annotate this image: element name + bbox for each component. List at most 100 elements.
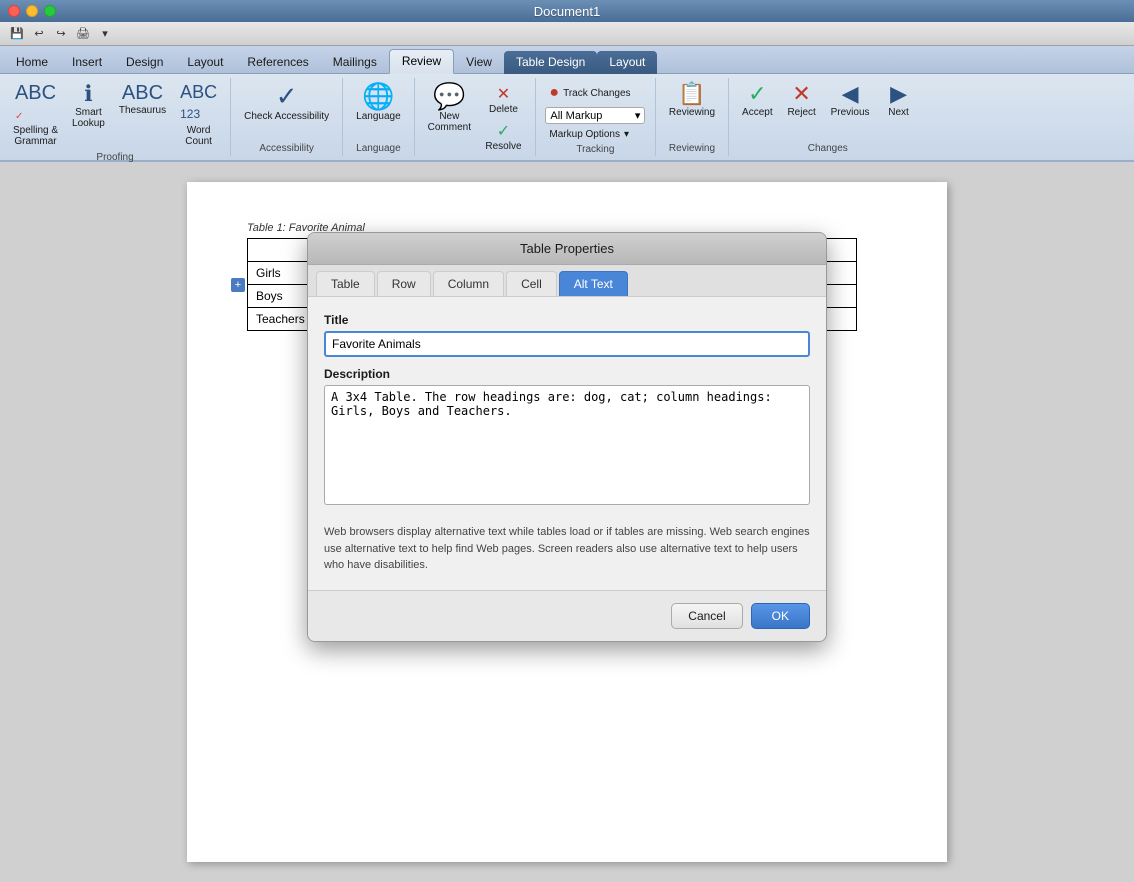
- spelling-grammar-button[interactable]: ABC✓ Spelling &Grammar: [8, 80, 63, 150]
- dialog-body: Title Description A 3x4 Table. The row h…: [308, 297, 826, 590]
- word-count-label: WordCount: [185, 125, 212, 147]
- reject-icon: ✕: [792, 83, 810, 105]
- accept-label: Accept: [742, 107, 773, 118]
- close-button[interactable]: [8, 5, 20, 17]
- tab-table-design[interactable]: Table Design: [504, 51, 597, 74]
- track-changes-icon: ●: [549, 84, 559, 102]
- table-properties-dialog: Table Properties Table Row Column Cell A…: [307, 232, 827, 642]
- ribbon: ABC✓ Spelling &Grammar ℹ SmartLookup ABC…: [0, 74, 1134, 162]
- ribbon-group-accessibility: ✓ Check Accessibility Accessibility: [231, 78, 343, 156]
- dialog-tab-row[interactable]: Row: [377, 271, 431, 296]
- smart-lookup-icon: ℹ: [84, 83, 92, 105]
- reviewing-group-label: Reviewing: [669, 143, 715, 154]
- language-group-label: Language: [356, 143, 401, 154]
- toolbar-print-icon[interactable]: 🖨: [74, 25, 92, 43]
- markup-options-button[interactable]: Markup Options ▾: [545, 127, 645, 142]
- new-comment-label: NewComment: [428, 111, 471, 133]
- language-label: Language: [356, 111, 401, 122]
- ok-button[interactable]: OK: [751, 603, 810, 629]
- markup-options-arrow: ▾: [624, 129, 629, 140]
- dialog-hint-text: Web browsers display alternative text wh…: [324, 524, 810, 574]
- ribbon-group-tracking: ● Track Changes All Markup ▾ Markup Opti…: [536, 78, 656, 156]
- dialog-overlay: Table Properties Table Row Column Cell A…: [187, 182, 947, 862]
- resolve-label: Resolve: [485, 141, 521, 152]
- next-change-icon: ▶: [890, 83, 907, 105]
- toolbar-save-icon[interactable]: 💾: [8, 25, 26, 43]
- traffic-lights: [8, 5, 56, 17]
- markup-dropdown-value: All Markup: [550, 110, 602, 122]
- dialog-footer: Cancel OK: [308, 590, 826, 641]
- accept-button[interactable]: ✓ Accept: [737, 80, 778, 121]
- new-comment-icon: 💬: [433, 83, 465, 109]
- description-textarea[interactable]: A 3x4 Table. The row headings are: dog, …: [324, 385, 810, 505]
- tab-home[interactable]: Home: [4, 51, 60, 74]
- dialog-tab-table[interactable]: Table: [316, 271, 375, 296]
- markup-dropdown[interactable]: All Markup ▾: [545, 107, 645, 124]
- reviewing-label: Reviewing: [669, 107, 715, 118]
- toolbar-undo-icon[interactable]: ↩: [30, 25, 48, 43]
- reviewing-buttons: 📋 Reviewing: [664, 80, 720, 141]
- reviewing-icon: 📋: [678, 83, 705, 105]
- tab-references[interactable]: References: [235, 51, 320, 74]
- next-change-button[interactable]: ▶ Next: [879, 80, 919, 121]
- tab-design[interactable]: Design: [114, 51, 175, 74]
- tab-insert[interactable]: Insert: [60, 51, 114, 74]
- language-buttons: 🌐 Language: [351, 80, 406, 141]
- ribbon-group-reviewing: 📋 Reviewing Reviewing: [656, 78, 729, 156]
- next-change-label: Next: [888, 107, 909, 118]
- ribbon-group-language: 🌐 Language Language: [343, 78, 415, 156]
- resolve-icon: ✓: [497, 121, 510, 141]
- accessibility-buttons: ✓ Check Accessibility: [239, 80, 334, 141]
- new-comment-button[interactable]: 💬 NewComment: [423, 80, 476, 136]
- proofing-buttons: ABC✓ Spelling &Grammar ℹ SmartLookup ABC…: [8, 80, 222, 150]
- delete-label: Delete: [489, 104, 518, 115]
- reject-label: Reject: [787, 107, 815, 118]
- thesaurus-label: Thesaurus: [119, 105, 166, 116]
- tab-review[interactable]: Review: [389, 49, 454, 74]
- track-changes-label: Track Changes: [563, 88, 630, 99]
- check-accessibility-label: Check Accessibility: [244, 111, 329, 122]
- changes-buttons: ✓ Accept ✕ Reject ◀ Previous ▶ Next: [737, 80, 918, 141]
- tab-view[interactable]: View: [454, 51, 504, 74]
- thesaurus-button[interactable]: ABC Thesaurus: [114, 80, 171, 119]
- reject-button[interactable]: ✕ Reject: [782, 80, 822, 121]
- dialog-tab-column[interactable]: Column: [433, 271, 504, 296]
- ribbon-group-changes: ✓ Accept ✕ Reject ◀ Previous ▶ Next Chan…: [729, 78, 926, 156]
- check-accessibility-icon: ✓: [276, 83, 298, 109]
- title-input[interactable]: [324, 331, 810, 357]
- toolbar-redo-icon[interactable]: ↪: [52, 25, 70, 43]
- minimize-button[interactable]: [26, 5, 38, 17]
- document-page: Table 1: Favorite Animal + Dog Cat Girls…: [187, 182, 947, 862]
- delete-icon: ✕: [497, 84, 510, 104]
- dialog-tab-cell[interactable]: Cell: [506, 271, 557, 296]
- spelling-icon: ABC✓: [15, 83, 56, 123]
- title-bar: Document1: [0, 0, 1134, 22]
- delete-comment-button[interactable]: ✕ Delete: [480, 82, 527, 117]
- markup-options-label: Markup Options: [549, 129, 620, 140]
- dialog-title: Table Properties: [308, 233, 826, 265]
- cancel-button[interactable]: Cancel: [671, 603, 742, 629]
- language-button[interactable]: 🌐 Language: [351, 80, 406, 125]
- tab-layout[interactable]: Layout: [175, 51, 235, 74]
- toolbar-more-icon[interactable]: ▾: [96, 25, 114, 43]
- ribbon-group-comments: 💬 NewComment ✕ Delete ✓ Resolve ◀ Previo…: [415, 78, 536, 156]
- ribbon-tabs: Home Insert Design Layout References Mai…: [0, 46, 1134, 74]
- dialog-tabs: Table Row Column Cell Alt Text: [308, 265, 826, 297]
- word-count-button[interactable]: ABC123 WordCount: [175, 80, 222, 150]
- description-field-label: Description: [324, 367, 810, 381]
- reviewing-pane-button[interactable]: 📋 Reviewing: [664, 80, 720, 121]
- track-changes-button[interactable]: ● Track Changes: [545, 82, 645, 104]
- tab-mailings[interactable]: Mailings: [321, 51, 389, 74]
- resolve-comment-button[interactable]: ✓ Resolve: [480, 119, 527, 154]
- check-accessibility-button[interactable]: ✓ Check Accessibility: [239, 80, 334, 125]
- previous-change-button[interactable]: ◀ Previous: [826, 80, 875, 121]
- dialog-tab-alt-text[interactable]: Alt Text: [559, 271, 628, 296]
- title-field-label: Title: [324, 313, 810, 327]
- language-icon: 🌐: [362, 83, 394, 109]
- tab-table-layout[interactable]: Layout: [597, 51, 657, 74]
- thesaurus-icon: ABC: [122, 83, 163, 103]
- smart-lookup-button[interactable]: ℹ SmartLookup: [67, 80, 110, 132]
- ribbon-group-proofing: ABC✓ Spelling &Grammar ℹ SmartLookup ABC…: [0, 78, 231, 156]
- maximize-button[interactable]: [44, 5, 56, 17]
- accept-icon: ✓: [748, 83, 766, 105]
